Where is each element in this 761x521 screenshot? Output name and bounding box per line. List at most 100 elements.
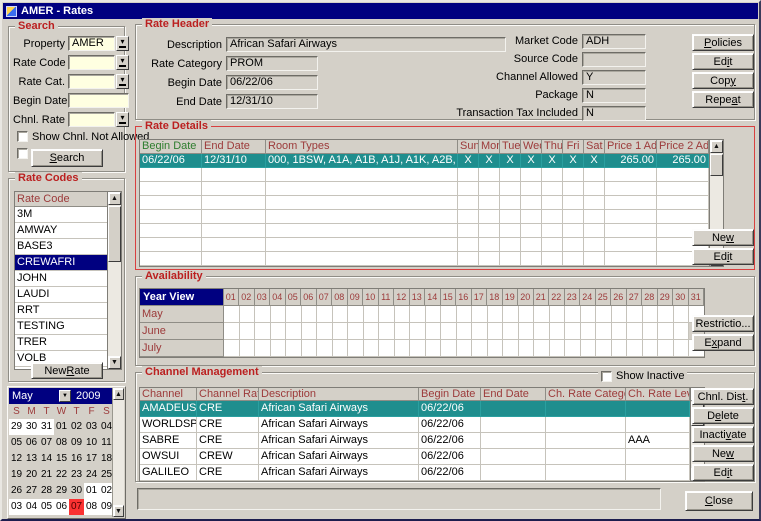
availability-cell[interactable] bbox=[627, 323, 643, 340]
rate-details-edit-button[interactable]: Edit bbox=[692, 248, 754, 265]
availability-cell[interactable] bbox=[658, 306, 674, 323]
availability-cell[interactable] bbox=[255, 323, 271, 340]
calendar-day[interactable]: 20 bbox=[24, 467, 39, 483]
availability-cell[interactable] bbox=[643, 340, 659, 357]
search-property-input[interactable]: AMER bbox=[68, 36, 115, 51]
availability-cell[interactable] bbox=[410, 306, 426, 323]
availability-cell[interactable] bbox=[348, 306, 364, 323]
calendar-day[interactable]: 06 bbox=[24, 435, 39, 451]
new-rate-button[interactable]: New Rate bbox=[31, 362, 103, 379]
calendar-day[interactable]: 16 bbox=[69, 451, 84, 467]
availability-cell[interactable] bbox=[565, 306, 581, 323]
title-bar[interactable]: AMER - Rates bbox=[3, 3, 758, 19]
availability-cell[interactable] bbox=[658, 323, 674, 340]
channel-management-edit-button[interactable]: Edit bbox=[692, 464, 754, 481]
scroll-up-icon[interactable]: ▲ bbox=[108, 192, 121, 205]
show-inactive-checkbox[interactable] bbox=[601, 371, 612, 382]
calendar-day[interactable]: 07 bbox=[69, 499, 84, 515]
availability-cell[interactable] bbox=[457, 306, 473, 323]
lov-button[interactable] bbox=[116, 112, 129, 127]
availability-cell[interactable] bbox=[317, 323, 333, 340]
table-row[interactable]: SABRECREAfrican Safari Airways06/22/06 A… bbox=[140, 433, 690, 449]
calendar-scrollbar[interactable]: ▲ ▼ bbox=[112, 388, 124, 517]
scroll-down-icon[interactable]: ▼ bbox=[108, 356, 121, 369]
calendar-day[interactable]: 05 bbox=[9, 435, 24, 451]
lov-button[interactable] bbox=[116, 55, 129, 70]
calendar-day[interactable]: 17 bbox=[84, 451, 99, 467]
availability-cell[interactable] bbox=[534, 306, 550, 323]
availability-cell[interactable] bbox=[674, 340, 690, 357]
calendar-day[interactable]: 01 bbox=[54, 419, 69, 435]
availability-cell[interactable] bbox=[379, 323, 395, 340]
availability-cell[interactable] bbox=[348, 323, 364, 340]
availability-cell[interactable] bbox=[643, 323, 659, 340]
availability-cell[interactable] bbox=[333, 340, 349, 357]
calendar-day[interactable]: 13 bbox=[24, 451, 39, 467]
list-item[interactable]: TESTING bbox=[15, 319, 107, 335]
calendar-day[interactable]: 26 bbox=[9, 483, 24, 499]
availability-cell[interactable] bbox=[643, 306, 659, 323]
calendar-day[interactable]: 08 bbox=[84, 499, 99, 515]
table-row[interactable] bbox=[140, 182, 709, 196]
table-row[interactable]: 06/22/0612/31/10000, 1BSW, A1A, A1B, A1J… bbox=[140, 154, 709, 168]
calendar-day[interactable]: 12 bbox=[9, 451, 24, 467]
channel-management-delete-button[interactable]: Delete bbox=[692, 407, 754, 424]
availability-cell[interactable] bbox=[364, 306, 380, 323]
availability-cell[interactable] bbox=[674, 306, 690, 323]
table-row[interactable]: GALILEOCREAfrican Safari Airways06/22/06 bbox=[140, 465, 690, 481]
rate-details-new-button[interactable]: New bbox=[692, 229, 754, 246]
availability-cell[interactable] bbox=[550, 340, 566, 357]
availability-cell[interactable] bbox=[472, 323, 488, 340]
scroll-up-icon[interactable]: ▲ bbox=[710, 140, 723, 153]
availability-cell[interactable] bbox=[379, 340, 395, 357]
availability-cell[interactable] bbox=[519, 306, 535, 323]
availability-cell[interactable] bbox=[441, 340, 457, 357]
calendar-day[interactable]: 03 bbox=[84, 419, 99, 435]
calendar-day[interactable]: 19 bbox=[9, 467, 24, 483]
availability-cell[interactable] bbox=[240, 340, 256, 357]
show-chnl-not-allowed-checkbox[interactable] bbox=[17, 131, 28, 142]
list-item[interactable]: BASE3 bbox=[15, 239, 107, 255]
list-item[interactable]: RRT bbox=[15, 303, 107, 319]
availability-cell[interactable] bbox=[286, 323, 302, 340]
availability-cell[interactable] bbox=[627, 306, 643, 323]
list-item[interactable]: AMWAY bbox=[15, 223, 107, 239]
availability-cell[interactable] bbox=[410, 323, 426, 340]
channel-management-new-button[interactable]: New bbox=[692, 445, 754, 462]
channel-management-inactivate-button[interactable]: Inactivate bbox=[692, 426, 754, 443]
availability-cell[interactable] bbox=[565, 340, 581, 357]
availability-cell[interactable] bbox=[395, 340, 411, 357]
calendar-day[interactable]: 29 bbox=[54, 483, 69, 499]
availability-cell[interactable] bbox=[426, 306, 442, 323]
availability-cell[interactable] bbox=[472, 306, 488, 323]
availability-expand-button[interactable]: Expand bbox=[692, 334, 754, 351]
availability-cell[interactable] bbox=[488, 306, 504, 323]
availability-cell[interactable] bbox=[395, 323, 411, 340]
table-row[interactable]: OWSUICREWAfrican Safari Airways06/22/06 bbox=[140, 449, 690, 465]
availability-cell[interactable] bbox=[534, 340, 550, 357]
calendar-day[interactable]: 21 bbox=[39, 467, 54, 483]
search-chnl-rate-input[interactable] bbox=[68, 112, 115, 127]
availability-cell[interactable] bbox=[302, 306, 318, 323]
table-row[interactable] bbox=[140, 252, 709, 266]
availability-cell[interactable] bbox=[441, 306, 457, 323]
scroll-down-icon[interactable]: ▼ bbox=[113, 505, 124, 517]
availability-cell[interactable] bbox=[488, 340, 504, 357]
availability-cell[interactable] bbox=[240, 306, 256, 323]
availability-cell[interactable] bbox=[333, 306, 349, 323]
list-item[interactable]: 3M bbox=[15, 207, 107, 223]
availability-cell[interactable] bbox=[519, 340, 535, 357]
calendar-day[interactable]: 07 bbox=[39, 435, 54, 451]
calendar-day[interactable]: 30 bbox=[24, 419, 39, 435]
availability-cell[interactable] bbox=[488, 323, 504, 340]
search-rate-cat-input[interactable] bbox=[68, 74, 115, 89]
chevron-down-icon[interactable]: ▼ bbox=[59, 390, 71, 402]
rate-header-edit-button[interactable]: Edit bbox=[692, 53, 754, 70]
availability-cell[interactable] bbox=[240, 323, 256, 340]
table-row[interactable]: WORLDSPACREAfrican Safari Airways06/22/0… bbox=[140, 417, 690, 433]
availability-cell[interactable] bbox=[255, 306, 271, 323]
calendar-day[interactable]: 22 bbox=[54, 467, 69, 483]
availability-cell[interactable] bbox=[317, 306, 333, 323]
availability-cell[interactable] bbox=[255, 340, 271, 357]
availability-cell[interactable] bbox=[224, 323, 240, 340]
